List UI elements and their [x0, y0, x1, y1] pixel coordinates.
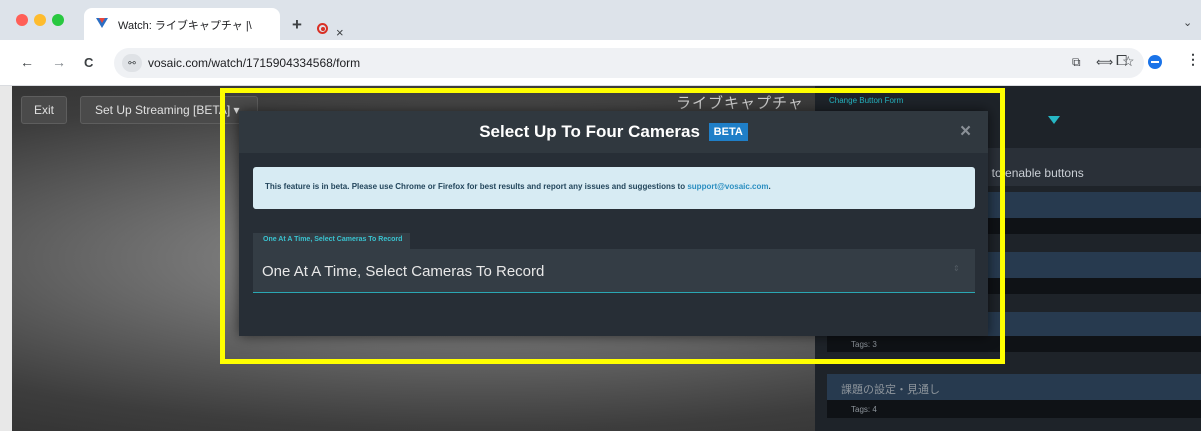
info-text: This feature is in beta. Please use Chro… — [265, 182, 686, 191]
tag-button-label: 課題の設定・見通し — [841, 384, 940, 396]
close-window-button[interactable] — [16, 14, 28, 26]
select-cameras-modal: Select Up To Four Cameras BETA × This fe… — [239, 111, 988, 336]
exit-button[interactable]: Exit — [21, 96, 67, 124]
info-end: . — [768, 182, 771, 191]
translate-icon[interactable]: ⟺ — [1096, 55, 1113, 69]
vosaic-favicon-icon — [96, 16, 108, 34]
close-icon[interactable]: × — [960, 121, 971, 143]
tab-title: Watch: ライブキャプチャ |\ — [118, 20, 252, 32]
cast-icon[interactable]: ⧉ — [1072, 55, 1081, 70]
tab-list-chevron-icon[interactable]: ⌄ — [1183, 16, 1192, 29]
modal-title: Select Up To Four Cameras BETA — [239, 122, 988, 142]
recording-indicator-icon — [317, 23, 328, 34]
back-arrow-icon[interactable]: ← — [20, 54, 34, 70]
camera-mode-value: One At A Time, Select Cameras To Record — [262, 263, 545, 280]
tag-count: Tags: 4 — [851, 405, 877, 414]
forward-arrow-icon[interactable]: → — [52, 54, 66, 70]
tag-row-details: Tags: 4 — [827, 400, 1201, 418]
modal-title-text: Select Up To Four Cameras — [479, 122, 700, 141]
tab-close-icon[interactable]: × — [336, 25, 344, 40]
page-edge — [0, 86, 12, 431]
form-dropdown-caret-icon[interactable] — [1048, 116, 1060, 124]
tag-button-row[interactable]: 課題の設定・見通し — [827, 374, 1201, 400]
maximize-window-button[interactable] — [52, 14, 64, 26]
beta-badge: BETA — [708, 123, 748, 141]
profile-avatar[interactable] — [1148, 55, 1162, 69]
support-email-link[interactable]: support@vosaic.com — [687, 182, 768, 191]
browser-menu-icon[interactable]: ⋮ — [1186, 51, 1200, 68]
reload-icon[interactable]: C — [84, 55, 93, 70]
extensions-puzzle-icon[interactable]: ⧠ — [1116, 52, 1127, 69]
browser-tab-active[interactable]: Watch: ライブキャプチャ |\ × — [84, 8, 344, 40]
beta-info-alert: This feature is in beta. Please use Chro… — [253, 167, 975, 209]
site-info-icon[interactable]: ⚯ — [122, 54, 142, 72]
address-bar[interactable]: ⚯ vosaic.com/watch/1715904334568/form ⧉ … — [114, 48, 1144, 78]
camera-mode-select[interactable]: One At A Time, Select Cameras To Record … — [253, 249, 975, 293]
select-arrows-icon: ⇕ — [953, 264, 960, 273]
modal-header: Select Up To Four Cameras BETA × — [239, 111, 988, 153]
minimize-window-button[interactable] — [34, 14, 46, 26]
url-text[interactable]: vosaic.com/watch/1715904334568/form — [148, 56, 360, 70]
browser-tab-bar: Watch: ライブキャプチャ |\ × + ⌄ — [0, 0, 1201, 40]
camera-mode-label: One At A Time, Select Cameras To Record — [253, 233, 411, 249]
new-tab-button[interactable]: + — [292, 15, 302, 35]
browser-toolbar: ← → C ⚯ vosaic.com/watch/1715904334568/f… — [0, 40, 1201, 86]
